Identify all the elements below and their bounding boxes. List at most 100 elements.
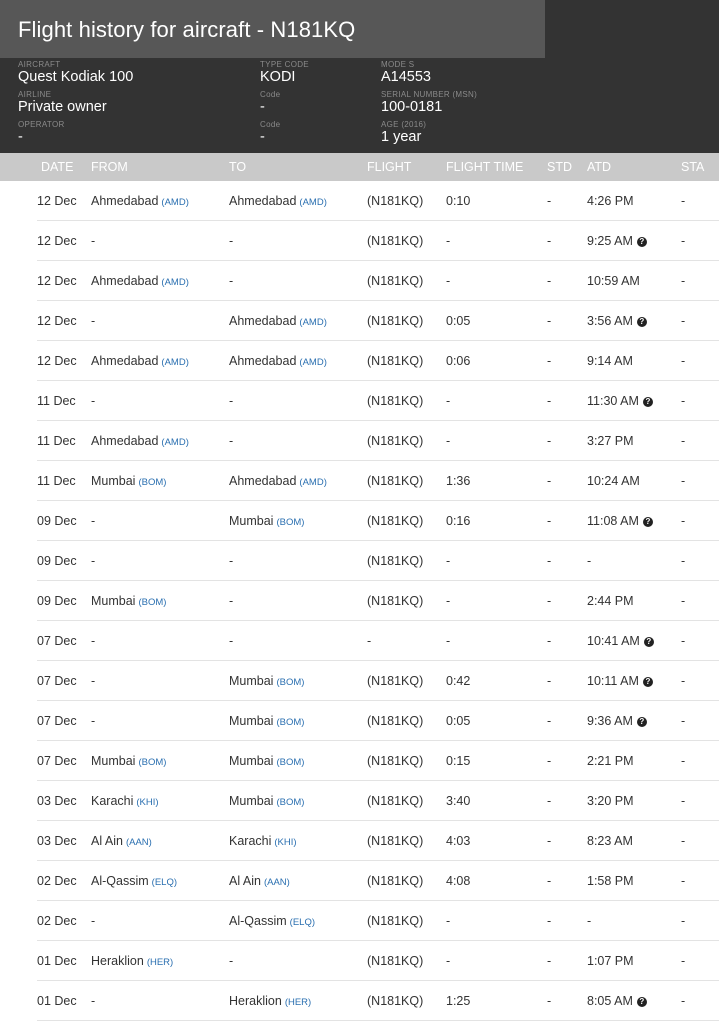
- airport-code-link[interactable]: (AMD): [299, 357, 326, 368]
- table-row[interactable]: 12 Dec Ahmedabad (AMD) - (N181KQ) - - 10:59 AM -: [0, 261, 719, 301]
- flight-cell: (N181KQ): [367, 354, 423, 368]
- airport-code-link[interactable]: (ELQ): [152, 877, 177, 888]
- std-cell-text: -: [547, 714, 552, 728]
- atd-cell: 1:07 PM: [587, 954, 634, 968]
- airport-code-link[interactable]: (BOM): [276, 517, 304, 528]
- table-row[interactable]: 02 Dec Al-Qassim (ELQ) Al Ain (AAN) (N181KQ) 4…: [0, 861, 719, 901]
- airport-code-link[interactable]: (AMD): [161, 437, 188, 448]
- date-cell-text: 12 Dec: [37, 194, 77, 208]
- question-circle-icon[interactable]: ?: [642, 517, 653, 527]
- airport-code-link[interactable]: (KHI): [136, 797, 158, 808]
- to-cell: -: [229, 594, 233, 608]
- airport-code-link[interactable]: (AMD): [299, 317, 326, 328]
- table-row[interactable]: 12 Dec - Ahmedabad (AMD) (N181KQ) 0:05-3:56 A…: [0, 301, 719, 341]
- flight-cell: (N181KQ): [367, 394, 423, 408]
- flight-time-cell-text: -: [446, 234, 451, 248]
- table-row[interactable]: 11 Dec Ahmedabad (AMD) - (N181KQ) - - 3:27 PM -: [0, 421, 719, 461]
- std-cell: -: [547, 434, 551, 448]
- table-row[interactable]: 01 Dec - Heraklion (HER) (N181KQ) 1:25-8:05 A…: [0, 981, 719, 1021]
- airport-code-link[interactable]: (BOM): [138, 757, 166, 768]
- column-header-from[interactable]: FROM: [91, 160, 128, 174]
- airport-code-link[interactable]: (HER): [285, 997, 311, 1008]
- question-circle-icon[interactable]: ?: [636, 717, 647, 727]
- table-row[interactable]: 12 Dec Ahmedabad (AMD) Ahmedabad (AMD) (N181K…: [0, 181, 719, 221]
- table-row[interactable]: 09 Dec - - (N181KQ) - - - -: [0, 541, 719, 581]
- table-row[interactable]: 07 Dec - Mumbai (BOM) (N181KQ) 0:05-9:36 AM? -: [0, 701, 719, 741]
- table-row[interactable]: 12 Dec Ahmedabad (AMD) Ahmedabad (AMD) (N181K…: [0, 341, 719, 381]
- question-circle-icon[interactable]: ?: [643, 637, 654, 647]
- column-header-atd[interactable]: ATD: [587, 160, 611, 174]
- sta-cell: -: [681, 874, 685, 888]
- std-cell-text: -: [547, 994, 552, 1008]
- airport-code-link[interactable]: (BOM): [276, 797, 304, 808]
- table-row[interactable]: 09 Dec - Mumbai (BOM) (N181KQ) 0:16-11:08 AM?…: [0, 501, 719, 541]
- date-cell: 11 Dec: [37, 394, 76, 408]
- airport-code-link[interactable]: (AMD): [299, 197, 326, 208]
- to-cell: Heraklion (HER): [229, 994, 311, 1008]
- airport-code-link[interactable]: (BOM): [138, 597, 166, 608]
- atd-cell: 11:30 AM?: [587, 394, 653, 408]
- table-row[interactable]: 07 Dec - Mumbai (BOM) (N181KQ) 0:42-10:11 AM?…: [0, 661, 719, 701]
- to-cell-text: Ahmedabad: [229, 314, 297, 328]
- sta-cell: -: [681, 434, 685, 448]
- airport-code-link[interactable]: (AMD): [299, 477, 326, 488]
- airport-code-link[interactable]: (AAN): [264, 877, 290, 888]
- atd-cell: 2:21 PM: [587, 754, 634, 768]
- airport-code-link[interactable]: (ELQ): [290, 917, 315, 928]
- sta-cell: -: [681, 554, 685, 568]
- std-cell-text: -: [547, 954, 552, 968]
- airport-code-link[interactable]: (AAN): [126, 837, 152, 848]
- airport-code-link[interactable]: (BOM): [276, 757, 304, 768]
- from-cell-text: -: [91, 914, 96, 928]
- from-cell: -: [91, 914, 95, 928]
- airport-code-link[interactable]: (BOM): [276, 717, 304, 728]
- table-row[interactable]: 03 Dec Karachi (KHI) Mumbai (BOM) (N181KQ) 3:4…: [0, 781, 719, 821]
- to-cell-text: Heraklion: [229, 994, 282, 1008]
- table-row[interactable]: 01 Dec Heraklion (HER) - (N181KQ) - - 1:07 PM -: [0, 941, 719, 981]
- table-row[interactable]: 11 Dec - - (N181KQ) - - 11:30 AM? -: [0, 381, 719, 421]
- type-code-label: TYPE CODE: [260, 60, 309, 69]
- from-cell: -: [91, 234, 95, 248]
- date-cell-text: 01 Dec: [37, 994, 77, 1008]
- airport-code-link[interactable]: (KHI): [274, 837, 296, 848]
- flight-time-cell: -: [446, 434, 450, 448]
- flight-cell-text: (N181KQ): [367, 274, 424, 288]
- table-row[interactable]: 12 Dec - - (N181KQ) - -9:25 AM? -: [0, 221, 719, 261]
- atd-cell-text: 2:44 PM: [587, 594, 634, 608]
- flight-time-cell: 0:05: [446, 714, 470, 728]
- table-row[interactable]: 07 Dec Mumbai (BOM) Mumbai (BOM) (N181KQ) 0:15…: [0, 741, 719, 781]
- question-circle-icon[interactable]: ?: [636, 317, 647, 327]
- table-row[interactable]: 11 Dec Mumbai (BOM) Ahmedabad (AMD) (N181KQ) 1…: [0, 461, 719, 501]
- column-header-flight-time[interactable]: FLIGHT TIME: [446, 160, 523, 174]
- table-row[interactable]: 07 Dec - - - - -10:41 AM? -: [0, 621, 719, 661]
- airport-code-link[interactable]: (AMD): [161, 277, 188, 288]
- question-circle-icon[interactable]: ?: [636, 237, 647, 247]
- table-row[interactable]: 03 Dec Al Ain (AAN) Karachi (KHI) (N181KQ) 4:0…: [0, 821, 719, 861]
- table-row[interactable]: 02 Dec - Al-Qassim (ELQ) (N181KQ) - - - -: [0, 901, 719, 941]
- from-cell-text: Al Ain: [91, 834, 123, 848]
- date-cell: 07 Dec: [37, 634, 77, 648]
- date-cell-text: 12 Dec: [37, 274, 77, 288]
- airport-code-link[interactable]: (AMD): [161, 197, 188, 208]
- from-cell: Heraklion (HER): [91, 954, 173, 968]
- column-header-sta[interactable]: STA: [681, 160, 704, 174]
- question-circle-icon[interactable]: ?: [642, 677, 653, 687]
- date-cell: 07 Dec: [37, 714, 77, 728]
- mode-s-label: MODE S: [381, 60, 415, 69]
- to-cell-text: Ahmedabad: [229, 474, 297, 488]
- from-cell: -: [91, 714, 95, 728]
- column-header-std[interactable]: STD: [547, 160, 572, 174]
- airport-code-link[interactable]: (BOM): [276, 677, 304, 688]
- airport-code-link[interactable]: (HER): [147, 957, 173, 968]
- airport-code-link[interactable]: (BOM): [138, 477, 166, 488]
- column-header-date[interactable]: DATE: [41, 160, 73, 174]
- column-header-to[interactable]: TO: [229, 160, 246, 174]
- table-header: DATE FROM TO FLIGHT FLIGHT TIME STD ATD …: [0, 153, 719, 181]
- airport-code-link[interactable]: (AMD): [161, 357, 188, 368]
- atd-cell-text: 2:21 PM: [587, 754, 634, 768]
- question-circle-icon[interactable]: ?: [642, 397, 653, 407]
- question-circle-icon[interactable]: ?: [636, 997, 647, 1007]
- column-header-flight[interactable]: FLIGHT: [367, 160, 411, 174]
- table-row[interactable]: 09 Dec Mumbai (BOM) - (N181KQ) - - 2:44 PM -: [0, 581, 719, 621]
- aircraft-header: Flight history for aircraft - N181KQ AIR…: [0, 0, 719, 153]
